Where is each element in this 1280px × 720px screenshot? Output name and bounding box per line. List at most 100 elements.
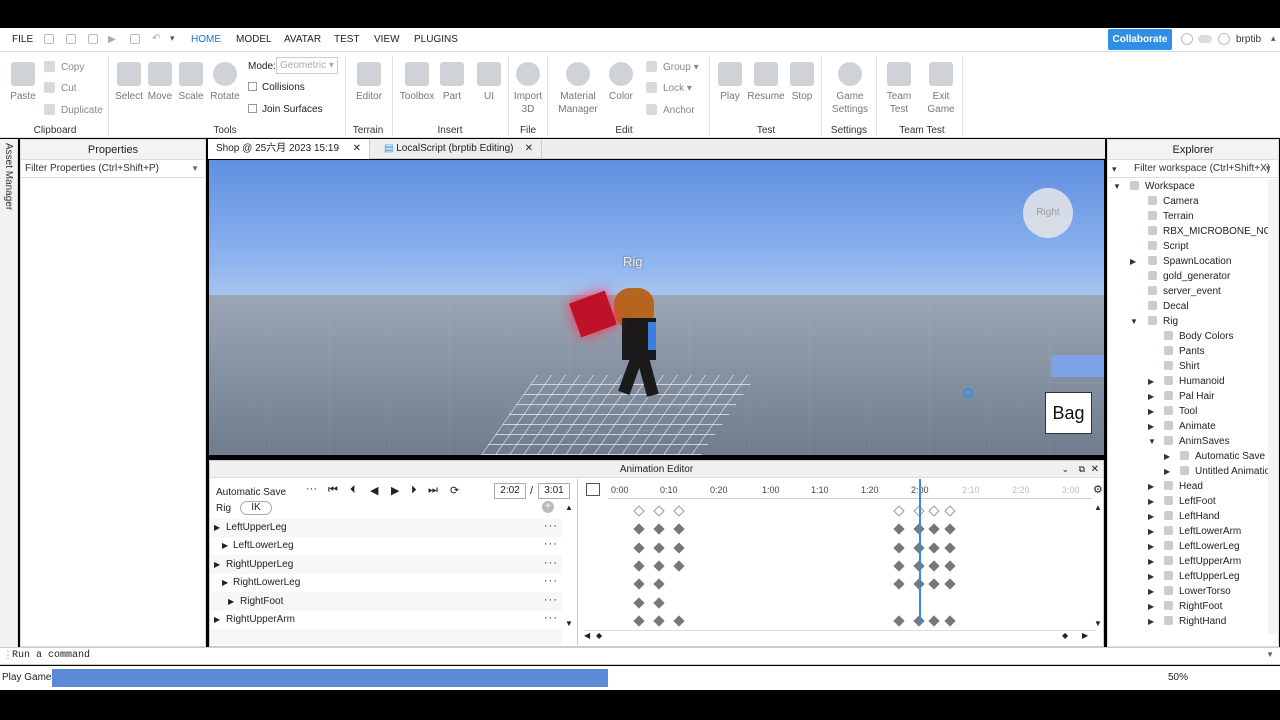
tree-item-rig[interactable]: ▼ Rig: [1108, 314, 1268, 329]
lock-button[interactable]: Lock ▾: [646, 82, 692, 94]
keyframe-summary[interactable]: [633, 505, 645, 517]
keyframe[interactable]: [633, 597, 645, 609]
close-icon[interactable]: ✕: [525, 139, 533, 159]
tree-item-animsaves[interactable]: ▼ AnimSaves: [1108, 434, 1268, 449]
scroll-left-icon[interactable]: ◀: [584, 631, 590, 640]
undo-icon[interactable]: ↶: [152, 33, 160, 44]
tree-item-lowertorso[interactable]: ▶ LowerTorso: [1108, 584, 1268, 599]
help-icon[interactable]: [1181, 33, 1193, 45]
stop-button[interactable]: Stop: [789, 62, 815, 103]
collapsed-icon[interactable]: ▶: [1148, 569, 1154, 584]
explorer-scrollbar[interactable]: [1268, 179, 1278, 634]
more-options-icon[interactable]: ···: [544, 517, 558, 535]
3d-viewport[interactable]: Rig Right Bag: [209, 160, 1104, 455]
more-options-icon[interactable]: ···: [544, 535, 558, 553]
command-bar[interactable]: ⋮ Run a command ▼: [0, 647, 1280, 665]
tree-item-leftupperarm[interactable]: ▶ LeftUpperArm: [1108, 554, 1268, 569]
chevron-down-icon[interactable]: ▼: [1264, 160, 1272, 178]
tree-item-pal-hair[interactable]: ▶ Pal Hair: [1108, 389, 1268, 404]
keyframe[interactable]: [653, 523, 665, 535]
chevron-down-icon[interactable]: ▼: [1266, 650, 1274, 659]
game-settings-button[interactable]: Game Settings: [830, 62, 870, 116]
tab-home[interactable]: HOME: [191, 34, 221, 45]
chevron-down-icon[interactable]: ▼: [191, 160, 199, 178]
join-surfaces-toggle[interactable]: Join Surfaces: [248, 104, 323, 115]
expanded-icon[interactable]: ▼: [1148, 434, 1156, 449]
play-button[interactable]: Play: [716, 62, 744, 103]
track-row[interactable]: ▶ RightFoot ···: [210, 593, 562, 611]
more-options-icon[interactable]: ···: [544, 591, 558, 609]
expand-icon[interactable]: ▶: [214, 556, 220, 574]
end-time-input[interactable]: 3:01: [538, 483, 570, 499]
tree-item-lefthand[interactable]: ▶ LeftHand: [1108, 509, 1268, 524]
collapsed-icon[interactable]: ▶: [1164, 449, 1170, 464]
collapsed-icon[interactable]: ▶: [1148, 614, 1154, 629]
horizontal-scrollbar[interactable]: ◀ ◆ ◆ ▶: [584, 630, 1096, 642]
keyframe[interactable]: [673, 542, 685, 554]
anchor-button[interactable]: Anchor: [646, 104, 695, 116]
expand-icon[interactable]: ▶: [214, 611, 220, 629]
keyframe-summary[interactable]: [673, 505, 685, 517]
timeline-settings-icon[interactable]: [586, 483, 600, 496]
collapsed-icon[interactable]: ▶: [1148, 584, 1154, 599]
keyframe[interactable]: [673, 523, 685, 535]
view-cube-gizmo[interactable]: Right: [1023, 188, 1073, 238]
tree-item-leftlowerleg[interactable]: ▶ LeftLowerLeg: [1108, 539, 1268, 554]
tree-item-server-event[interactable]: server_event: [1108, 284, 1268, 299]
collapsed-icon[interactable]: ▶: [1148, 389, 1154, 404]
play-quick-icon[interactable]: ▶: [108, 34, 116, 45]
zoom-handle-icon[interactable]: ◆: [1062, 631, 1068, 640]
close-icon[interactable]: ✕: [353, 139, 361, 159]
toolbox-button[interactable]: Toolbox: [398, 62, 436, 103]
collapsed-icon[interactable]: ▶: [1130, 254, 1136, 269]
user-dropdown-icon[interactable]: ▴: [1271, 33, 1276, 44]
tab-test[interactable]: TEST: [334, 34, 360, 45]
expand-icon[interactable]: ▶: [228, 593, 234, 611]
keyframe[interactable]: [653, 578, 665, 590]
bag-button[interactable]: Bag: [1045, 392, 1092, 434]
tree-item-leftupperleg[interactable]: ▶ LeftUpperLeg: [1108, 569, 1268, 584]
tree-item-gold-generator[interactable]: gold_generator: [1108, 269, 1268, 284]
properties-filter-input[interactable]: Filter Properties (Ctrl+Shift+P) ▼: [21, 160, 205, 178]
tree-item-shirt[interactable]: Shirt: [1108, 359, 1268, 374]
more-options-icon[interactable]: ···: [544, 554, 558, 572]
keyframe-summary[interactable]: [944, 505, 956, 517]
keyframe[interactable]: [893, 542, 905, 554]
keyframe[interactable]: [928, 560, 940, 572]
collapsed-icon[interactable]: ▶: [1148, 479, 1154, 494]
track-row[interactable]: ▶ RightLowerLeg ···: [210, 574, 562, 592]
keyframe[interactable]: [928, 615, 940, 627]
animation-timeline[interactable]: 0:00 0:10 0:20 1:00 1:10 1:20 2:00 2:10 …: [578, 479, 1103, 646]
add-track-icon[interactable]: +: [542, 501, 554, 513]
expanded-icon[interactable]: ▼: [1113, 179, 1121, 194]
paste-button[interactable]: Paste: [8, 62, 38, 103]
track-row[interactable]: ▶ LeftUpperLeg ···: [210, 519, 562, 537]
tree-item-body-colors[interactable]: Body Colors: [1108, 329, 1268, 344]
save-icon[interactable]: [44, 34, 54, 44]
keyframe[interactable]: [928, 578, 940, 590]
ui-button[interactable]: UI: [475, 62, 503, 103]
collaborate-button[interactable]: Collaborate: [1108, 29, 1172, 50]
zoom-handle-icon[interactable]: ◆: [596, 631, 602, 640]
gear-icon[interactable]: ⚙: [1093, 483, 1103, 496]
keyframe[interactable]: [653, 615, 665, 627]
exit-game-button[interactable]: Exit Game: [926, 62, 956, 116]
close-icon[interactable]: ✕: [1091, 461, 1099, 478]
keyframe-grid[interactable]: [608, 501, 1092, 627]
keyframe-summary[interactable]: [928, 505, 940, 517]
user-name[interactable]: brptib: [1236, 34, 1261, 45]
more-options-icon[interactable]: ···: [306, 483, 317, 495]
asset-manager-tab[interactable]: Asset Manager: [3, 143, 14, 210]
skip-to-start-icon[interactable]: ⏮: [328, 484, 338, 497]
collapsed-icon[interactable]: ▶: [1148, 554, 1154, 569]
next-keyframe-icon[interactable]: ⏵: [411, 484, 417, 497]
stop-quick-icon[interactable]: [130, 34, 140, 44]
tree-item-automatic-save[interactable]: ▶ Automatic Save: [1108, 449, 1268, 464]
refresh-icon[interactable]: [88, 34, 98, 44]
tree-item-righthand[interactable]: ▶ RightHand: [1108, 614, 1268, 629]
tree-item-head[interactable]: ▶ Head: [1108, 479, 1268, 494]
expand-icon[interactable]: ▶: [222, 537, 228, 555]
command-input[interactable]: Run a command: [12, 650, 90, 661]
scale-button[interactable]: Scale: [177, 62, 205, 103]
collapsed-icon[interactable]: ▶: [1148, 539, 1154, 554]
